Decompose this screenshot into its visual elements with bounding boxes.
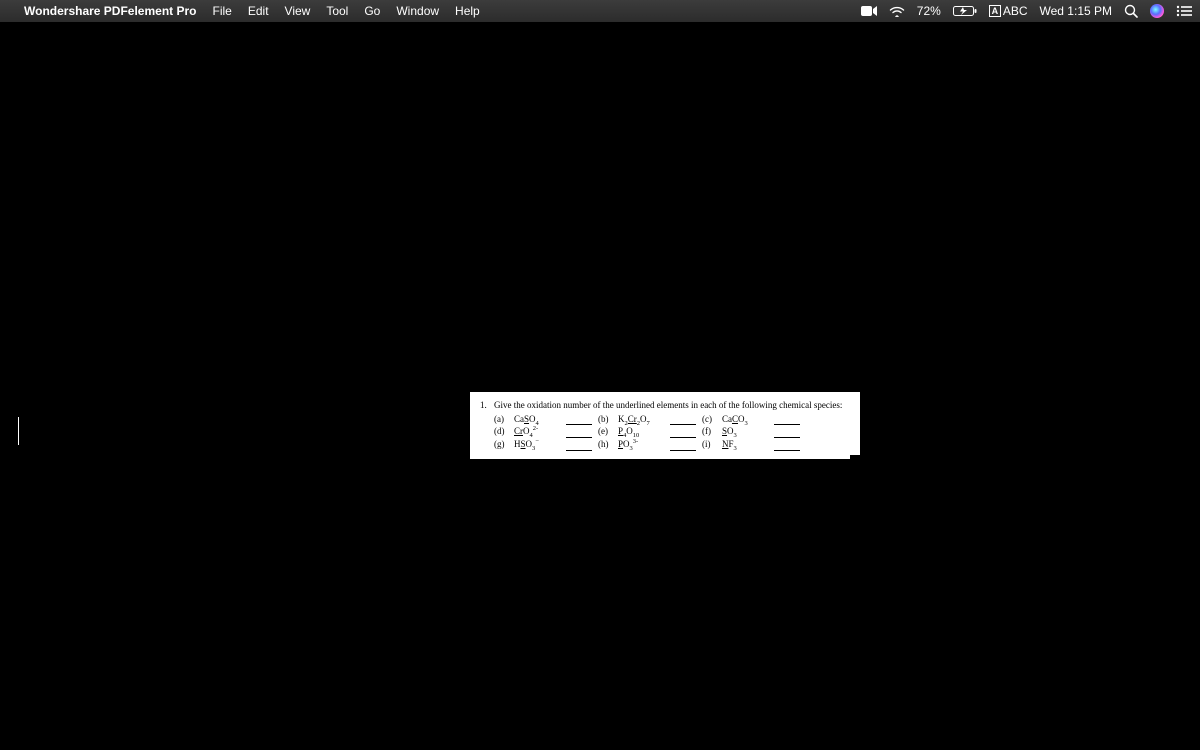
species-formula: CrO42- [514,426,560,438]
answer-blank [670,429,696,438]
menu-go[interactable]: Go [364,4,380,18]
answer-blank [670,416,696,425]
menu-file[interactable]: File [213,4,232,18]
species-label: (i) [702,439,716,451]
species-label: (d) [494,426,508,438]
species-formula: SO3 [722,426,768,438]
menu-window[interactable]: Window [396,4,439,18]
answer-blank [774,442,800,451]
pdf-page-fragment: 1. Give the oxidation number of the unde… [470,392,860,459]
answer-blank [566,442,592,451]
macos-menubar: Wondershare PDFelement Pro File Edit Vie… [0,0,1200,22]
species-formula: P4O10 [618,426,664,438]
species-label: (g) [494,439,508,451]
battery-percent: 72% [917,4,941,18]
input-source-label: ABC [1003,4,1028,18]
control-center-icon[interactable] [1176,5,1192,17]
wifi-icon[interactable] [889,5,905,17]
species-formula: CaSO4 [514,414,560,426]
answer-blank [774,429,800,438]
menu-edit[interactable]: Edit [248,4,269,18]
text-cursor [18,417,19,445]
desktop-area: 1. Give the oxidation number of the unde… [0,22,1200,750]
species-label: (f) [702,426,716,438]
species-formula: K2Cr2O7 [618,414,664,426]
question-number: 1. [480,400,494,412]
menubar-left: Wondershare PDFelement Pro File Edit Vie… [8,4,480,18]
species-label: (e) [598,426,612,438]
spotlight-icon[interactable] [1124,4,1138,18]
input-source-indicator[interactable]: A ABC [989,4,1028,18]
answer-blank [566,416,592,425]
menu-view[interactable]: View [285,4,311,18]
answer-blank [670,442,696,451]
species-grid: (a) CaSO4 (b) K2Cr2O7 (c) CaCO3 (d) CrO42- (e) P4… [480,414,850,451]
menu-tool[interactable]: Tool [326,4,348,18]
menu-help[interactable]: Help [455,4,480,18]
species-label: (b) [598,414,612,426]
video-icon[interactable] [861,5,877,17]
species-formula: NF3 [722,439,768,451]
answer-blank [566,429,592,438]
question-row: 1. Give the oxidation number of the unde… [480,400,850,412]
species-formula: PO33- [618,439,664,451]
fragment-corner-artifact [850,455,866,463]
species-formula: CaCO3 [722,414,768,426]
siri-icon[interactable] [1150,4,1164,18]
clock: Wed 1:15 PM [1040,4,1112,18]
species-formula: HSO3− [514,439,560,451]
answer-blank [774,416,800,425]
species-label: (h) [598,439,612,451]
species-label: (a) [494,414,508,426]
menubar-right: 72% A ABC Wed 1:15 PM [861,4,1192,18]
battery-icon[interactable] [953,5,977,17]
app-name-menu[interactable]: Wondershare PDFelement Pro [24,4,197,18]
question-prompt: Give the oxidation number of the underli… [494,400,850,412]
species-label: (c) [702,414,716,426]
